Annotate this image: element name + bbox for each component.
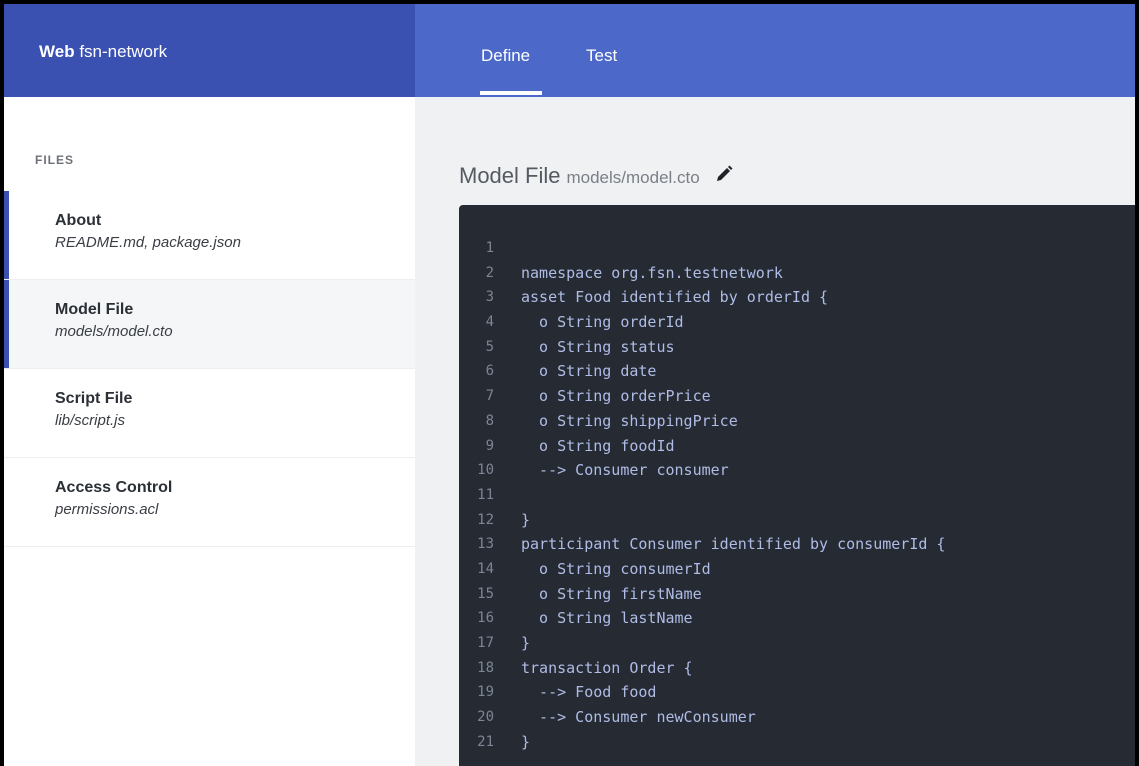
active-tab-indicator xyxy=(480,91,542,95)
code-text: participant Consumer identified by consu… xyxy=(521,535,946,554)
code-line: 18 transaction Order { xyxy=(459,656,1135,681)
code-text: o String foodId xyxy=(521,436,675,455)
code-line: 4 o String orderId xyxy=(459,310,1135,335)
pencil-icon[interactable] xyxy=(714,164,734,190)
code-text: asset Food identified by orderId { xyxy=(521,288,829,307)
code-text: o String firstName xyxy=(521,584,702,603)
line-number: 16 xyxy=(477,610,494,627)
code-line: 1 xyxy=(459,236,1135,261)
code-editor[interactable]: 1 2 namespace org.fsn.testnetwork 3 asset Fo… xyxy=(459,205,1135,766)
line-number: 18 xyxy=(477,659,494,676)
line-number: 3 xyxy=(485,289,494,306)
tab-define[interactable]: Define xyxy=(481,46,530,66)
code-text: --> Consumer consumer xyxy=(521,461,729,480)
code-text: o String consumerId xyxy=(521,559,711,578)
sidebar-item-model-file[interactable]: Model File models/model.cto xyxy=(4,280,415,369)
code-line: 11 xyxy=(459,483,1135,508)
line-number: 5 xyxy=(485,338,494,355)
code-text: o String lastName xyxy=(521,609,693,628)
code-line: 19 --> Food food xyxy=(459,680,1135,705)
top-nav: Define Test xyxy=(415,4,1135,97)
code-text: o String shippingPrice xyxy=(521,411,738,430)
code-line: 20 --> Consumer newConsumer xyxy=(459,705,1135,730)
code-text: namespace org.fsn.testnetwork xyxy=(521,263,783,282)
code-text: o String date xyxy=(521,362,657,381)
code-text: --> Food food xyxy=(521,683,657,702)
sidebar-item-script-file[interactable]: Script File lib/script.js xyxy=(4,369,415,458)
line-number: 14 xyxy=(477,560,494,577)
sidebar-item-about[interactable]: About README.md, package.json xyxy=(4,191,415,280)
code-line: 3 asset Food identified by orderId { xyxy=(459,285,1135,310)
brand-network-name: fsn-network xyxy=(79,42,168,61)
code-line: 16 o String lastName xyxy=(459,606,1135,631)
tab-test[interactable]: Test xyxy=(586,46,617,66)
line-number: 13 xyxy=(477,536,494,553)
page-title-text: Model File xyxy=(459,163,561,188)
brand-title: Web fsn-network xyxy=(39,42,167,62)
sidebar-item-title: Script File xyxy=(55,390,133,407)
line-number: 19 xyxy=(477,684,494,701)
code-text: } xyxy=(521,634,531,652)
sidebar-item-title: About xyxy=(55,212,102,229)
line-number: 4 xyxy=(485,314,494,331)
code-line: 2 namespace org.fsn.testnetwork xyxy=(459,261,1135,286)
code-line: 10 --> Consumer consumer xyxy=(459,458,1135,483)
code-line: 17} xyxy=(459,631,1135,656)
code-line: 14 o String consumerId xyxy=(459,557,1135,582)
line-number: 15 xyxy=(477,585,494,602)
page-title: Model File models/model.cto xyxy=(459,163,734,190)
item-accent-bar xyxy=(4,191,9,279)
files-sidebar: FILES About README.md, package.json Mode… xyxy=(4,97,415,766)
code-line: 13 participant Consumer identified by con… xyxy=(459,532,1135,557)
line-number: 6 xyxy=(485,363,494,380)
sidebar-item-title: Access Control xyxy=(55,479,173,496)
code-line: 21} xyxy=(459,730,1135,755)
line-number: 21 xyxy=(477,733,494,750)
code-line: 6 o String date xyxy=(459,359,1135,384)
files-heading: FILES xyxy=(35,153,75,167)
code-line: 5 o String status xyxy=(459,335,1135,360)
code-line: 12} xyxy=(459,508,1135,533)
sidebar-item-access-control[interactable]: Access Control permissions.acl xyxy=(4,458,415,547)
code-text: o String orderPrice xyxy=(521,387,711,406)
code-text: transaction Order { xyxy=(521,658,693,677)
line-number: 7 xyxy=(485,388,494,405)
sidebar-item-subtitle: lib/script.js xyxy=(55,412,126,429)
sidebar-item-title: Model File xyxy=(55,301,134,318)
brand-bar: Web fsn-network xyxy=(4,4,415,97)
code-line: 15 o String firstName xyxy=(459,582,1135,607)
sidebar-item-subtitle: README.md, package.json xyxy=(55,234,241,251)
brand-bold: Web xyxy=(39,42,75,61)
file-path: models/model.cto xyxy=(566,168,700,187)
line-number: 1 xyxy=(485,240,494,256)
code-text: } xyxy=(521,510,531,529)
code-line: 7 o String orderPrice xyxy=(459,384,1135,409)
line-number: 8 xyxy=(485,412,494,429)
code-text: } xyxy=(521,732,531,751)
code-line: 8 o String shippingPrice xyxy=(459,409,1135,434)
code-text: o String orderId xyxy=(521,313,684,332)
code-line: 9 o String foodId xyxy=(459,434,1135,459)
sidebar-item-subtitle: models/model.cto xyxy=(55,323,173,340)
line-number: 17 xyxy=(477,635,494,651)
line-number: 11 xyxy=(477,486,494,503)
app-window: Web fsn-network Define Test FILES About … xyxy=(0,0,1139,766)
item-accent-bar xyxy=(4,280,9,368)
line-number: 9 xyxy=(485,437,494,454)
sidebar-item-subtitle: permissions.acl xyxy=(55,501,159,518)
code-text: o String status xyxy=(521,337,675,356)
line-number: 20 xyxy=(477,709,494,726)
line-number: 10 xyxy=(477,462,494,479)
line-number: 2 xyxy=(485,264,494,281)
line-number: 12 xyxy=(477,511,494,528)
code-text: --> Consumer newConsumer xyxy=(521,708,756,727)
